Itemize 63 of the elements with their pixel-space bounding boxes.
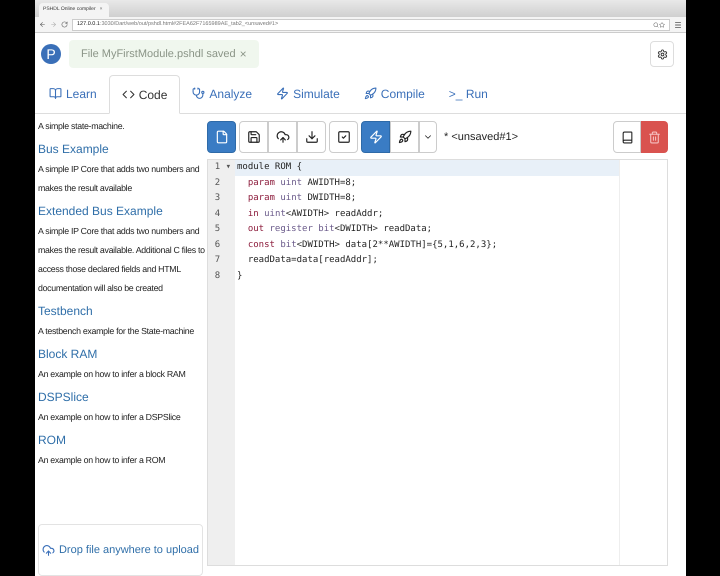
code-line: in uint<AWIDTH> readAddr;: [246, 208, 384, 220]
save-icon: [246, 130, 260, 144]
toast-close-button[interactable]: ×: [240, 45, 247, 63]
zoom-icon[interactable]: [653, 22, 659, 28]
example-link[interactable]: DSPSlice: [38, 390, 207, 405]
example-description: A testbench example for the State-machine: [38, 325, 195, 338]
line-number: 3: [214, 192, 222, 205]
code-line: param uint AWIDTH=8;: [246, 176, 358, 190]
book-icon: [49, 87, 62, 100]
line-number: 2: [214, 176, 222, 190]
code-line: }: [236, 270, 244, 282]
code-line: readData=data[readAddr];: [246, 254, 379, 267]
nav-tab[interactable]: Compile: [352, 74, 437, 113]
line-number: 7: [214, 254, 222, 267]
documentation-button[interactable]: [613, 121, 641, 153]
back-icon[interactable]: [39, 21, 46, 28]
nav-tab[interactable]: Learn: [37, 74, 109, 113]
cloud-upload-icon: [276, 130, 290, 144]
example-description: A simple IP Core that adds two numbers and makes the result available. Additional C files to access those declared fields and HTML documentation will also be created: [38, 225, 206, 295]
lightning-icon: [368, 130, 382, 144]
lightning-icon: [276, 87, 290, 100]
upload-drop-zone[interactable]: Drop file anywhere to upload: [38, 524, 203, 576]
rocket-icon: [364, 87, 377, 100]
file-icon: [214, 130, 228, 144]
checkbox-icon: [336, 130, 350, 144]
nav-tab[interactable]: >_ Run: [436, 74, 500, 113]
reload-icon[interactable]: [61, 21, 68, 28]
example-description: A simple IP Core that adds two numbers and makes the result available: [38, 163, 200, 195]
logo: P: [41, 44, 61, 64]
line-number: 1 ▾: [214, 161, 231, 174]
example-description: A simple state-machine.: [38, 120, 126, 133]
line-number: 5: [214, 223, 222, 236]
nav-tab[interactable]: Analyze: [180, 74, 264, 113]
menu-icon[interactable]: [674, 20, 682, 28]
example-description: An example on how to infer a ROM: [38, 454, 166, 467]
settings-button[interactable]: [650, 41, 674, 67]
line-number: 8: [214, 270, 222, 282]
book-icon: [620, 130, 634, 144]
nav-tab[interactable]: Code: [108, 75, 180, 114]
code-line: out register bit<DWIDTH> readData;: [246, 223, 434, 236]
stethoscope-icon: [192, 87, 206, 100]
example-description: An example on how to infer a DSPSlice: [38, 411, 182, 424]
file-name: * <unsaved#1>: [444, 130, 518, 145]
code-line: const bit<DWIDTH> data[2**AWIDTH]={5,1,6,2,3};: [246, 238, 498, 252]
download-icon: [304, 130, 318, 144]
line-number: 6: [214, 238, 222, 252]
code-line: param uint DWIDTH=8;: [246, 192, 358, 205]
example-link[interactable]: Block RAM: [38, 347, 207, 362]
upload-label: Drop file anywhere to upload: [58, 542, 200, 558]
code-icon: [122, 88, 135, 101]
example-link[interactable]: ROM: [38, 433, 207, 448]
example-link[interactable]: Testbench: [38, 304, 207, 319]
example-description: An example on how to infer a block RAM: [38, 368, 187, 381]
line-number: 4: [214, 208, 222, 220]
nav-tab[interactable]: Simulate: [264, 74, 352, 113]
settings-icon: [656, 48, 668, 60]
cloud-upload-icon: [42, 544, 55, 556]
rocket-icon: [398, 130, 412, 144]
example-link[interactable]: Extended Bus Example: [38, 204, 207, 219]
example-link[interactable]: Bus Example: [38, 142, 207, 157]
bookmark-star-icon[interactable]: [659, 22, 665, 28]
toast-message: File MyFirstModule.pshdl saved: [81, 46, 236, 62]
trash-icon: [648, 130, 661, 144]
